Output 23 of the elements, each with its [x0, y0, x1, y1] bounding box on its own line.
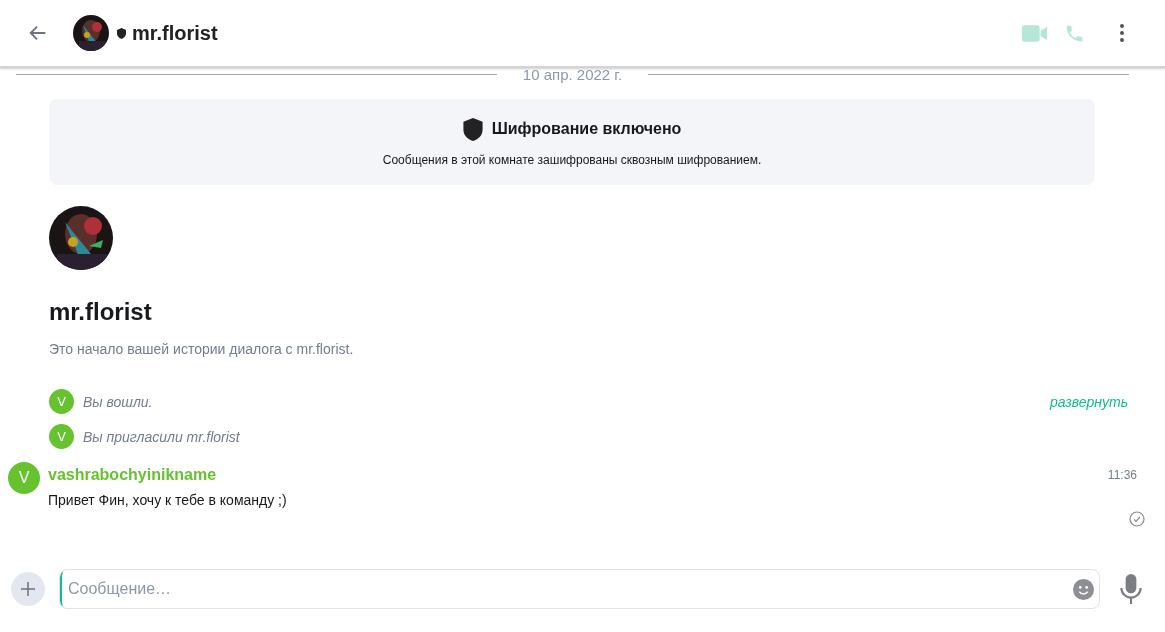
room-intro-text: Это начало вашей истории диалога с mr.florist.	[49, 341, 354, 357]
notice-title: Шифрование включено	[491, 120, 682, 138]
message-time: 11:36	[1107, 468, 1137, 482]
expand-link[interactable]: развернуть	[1049, 393, 1128, 410]
avatar: V	[49, 424, 74, 449]
avatar: V	[8, 462, 40, 494]
sender-name: vashrabochyinikname	[48, 466, 217, 484]
plus-icon[interactable]	[20, 581, 36, 597]
avatar: V	[49, 389, 74, 414]
shield-icon	[117, 27, 126, 39]
microphone-icon[interactable]	[1120, 574, 1142, 604]
room-name: mr.florist	[49, 298, 152, 326]
shield-icon	[462, 117, 483, 141]
notice-text: Сообщения в этой комнате зашифрованы сквозным шифрованием.	[382, 152, 762, 167]
attach-button[interactable]	[11, 572, 45, 606]
event-text: Вы пригласили mr.florist	[83, 428, 240, 445]
more-options-icon[interactable]	[1119, 23, 1125, 43]
message-input[interactable]: Сообщение…	[59, 569, 1100, 609]
room-title: mr.florist	[132, 21, 218, 45]
message-text: Привет Фин, хочу к тебе в команду ;)	[48, 492, 288, 508]
emoji-icon[interactable]	[1073, 579, 1094, 600]
event-text: Вы вошли.	[83, 393, 153, 410]
date-separator: 10 апр. 2022 г.	[522, 66, 623, 83]
